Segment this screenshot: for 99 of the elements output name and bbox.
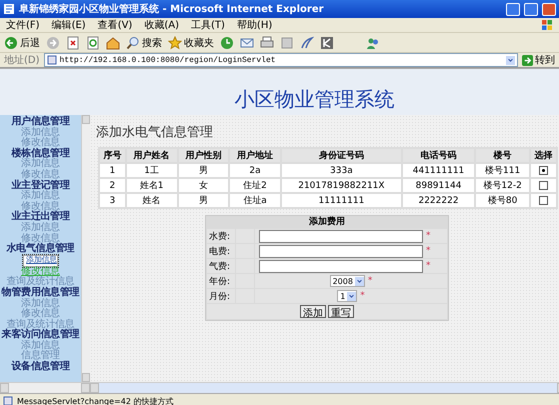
table-cell: 姓名 [126,194,176,207]
column-header: 电话号码 [402,149,474,162]
go-button[interactable]: 转到 [522,53,555,67]
favorites-button[interactable]: 收藏夹 [168,36,214,50]
table-cell: 住址2 [230,179,280,192]
input-field[interactable] [259,260,423,272]
home-icon[interactable] [106,36,120,50]
form-title: 添加费用 [308,217,346,228]
mail-icon[interactable] [240,36,254,50]
sidebar-group-title: 来客访问信息管理 [2,330,80,340]
minimize-button[interactable] [506,2,520,16]
required-mark: * [360,291,365,301]
table-cell: 男 [178,194,228,207]
address-label: 地址(D) [4,54,40,67]
menu-item[interactable]: 收藏(A) [144,18,179,32]
required-mark: * [426,261,430,271]
sidebar-group-title: 业主登记管理 [11,180,70,191]
menu-item[interactable]: 工具(T) [191,18,225,32]
table-cell: 1工 [126,164,176,177]
menu-item[interactable]: 编辑(E) [52,18,86,32]
dropdown[interactable]: 2008 [330,275,365,287]
sidebar-group-title: 业主迁出管理 [11,212,70,222]
field-label: 年份: [207,274,235,288]
column-header: 身份证号码 [282,149,401,162]
dropdown[interactable]: 1 [337,290,358,302]
flag-logo-icon [541,19,553,31]
sidebar-group-title: 设备信息管理 [11,362,70,373]
browser-icon [3,3,15,15]
sidebar-link[interactable]: 添加信息 [23,254,58,267]
sidebar-group-title: 楼栋信息管理 [11,148,70,159]
form-button[interactable]: 添加 [300,305,326,318]
table-cell: 楼号80 [476,194,530,207]
table-cell: 21017819882211X [282,179,401,192]
field-label: 水费: [207,229,235,243]
input-field[interactable] [259,244,423,258]
go-arrow-icon [522,54,533,66]
column-header: 用户性别 [178,149,228,162]
page-icon [46,55,57,65]
dropdown-arrow-icon[interactable] [347,292,356,300]
column-header: 用户姓名 [126,149,176,162]
print-icon[interactable] [260,36,274,50]
dropdown-arrow-icon[interactable] [354,276,364,286]
back-button[interactable]: 后退 [4,36,40,50]
table-cell: 441111111 [402,164,474,177]
table-cell: 2222222 [402,194,474,207]
table-cell: 男 [178,164,228,177]
refresh-icon[interactable] [86,36,100,50]
table-cell: 2a [230,164,280,177]
form-button[interactable]: 重写 [328,305,354,318]
field-label: 气费: [207,259,235,273]
table-cell: 89891144 [402,179,474,192]
required-mark: * [368,276,372,286]
people-icon[interactable] [366,36,380,50]
dropdown-arrow-icon[interactable] [506,56,515,64]
horizontal-scrollbar[interactable] [90,382,559,393]
sidebar-group-title: 水电气信息管理 [6,244,74,255]
required-mark: * [426,246,430,256]
field-label: 月份: [207,289,235,303]
horizontal-scrollbar[interactable] [0,382,90,393]
input-field[interactable] [259,230,423,242]
menu-item[interactable]: 文件(F) [6,18,40,32]
vertical-scrollbar[interactable] [81,115,90,382]
status-text: MessageServlet?change=42 的快捷方式 [17,396,174,405]
page-icon [3,396,13,405]
page-heading: 添加水电气信息管理 [96,124,214,141]
table-cell: 住址a [230,194,280,207]
field-label: 电费: [207,244,235,258]
menu-item[interactable]: 查看(V) [98,18,132,32]
radio-button[interactable] [539,166,548,175]
column-header: 用户地址 [230,149,280,162]
column-header: 序号 [100,149,125,162]
table-cell: 333a [282,164,401,177]
column-header: 选择 [531,149,556,162]
window-title: 阜新锦绣家园小区物业管理系统 - Microsoft Internet Explorer [19,2,325,16]
column-header: 楼号 [476,149,530,162]
maximize-button[interactable] [524,2,538,16]
k-app-icon[interactable] [320,36,334,50]
table-cell: 3 [100,194,125,207]
table-cell: 1 [100,164,125,177]
table-cell: 姓名1 [126,179,176,192]
table-cell: 11111111 [282,194,401,207]
table-cell: 楼号12-2 [476,179,530,192]
stop-icon[interactable] [66,36,80,50]
search-button[interactable]: 搜索 [126,36,162,50]
sidebar-group-title: 用户信息管理 [11,117,70,127]
history-icon[interactable] [220,36,234,50]
radio-button[interactable] [539,196,548,205]
radio-button[interactable] [539,180,548,190]
close-button[interactable] [542,2,556,16]
required-mark: * [426,231,430,241]
sidebar-group-title: 物管费用信息管理 [2,288,80,298]
system-title: 小区物业管理系统 [234,86,394,113]
table-cell: 2 [100,179,125,192]
table-cell: 楼号111 [476,164,530,177]
menu-item[interactable]: 帮助(H) [236,18,272,32]
search-icon [126,36,140,50]
table-cell: 女 [178,179,228,192]
address-field[interactable]: http://192.168.0.100:8080/region/LoginServlet [44,53,518,67]
star-icon [168,36,182,50]
